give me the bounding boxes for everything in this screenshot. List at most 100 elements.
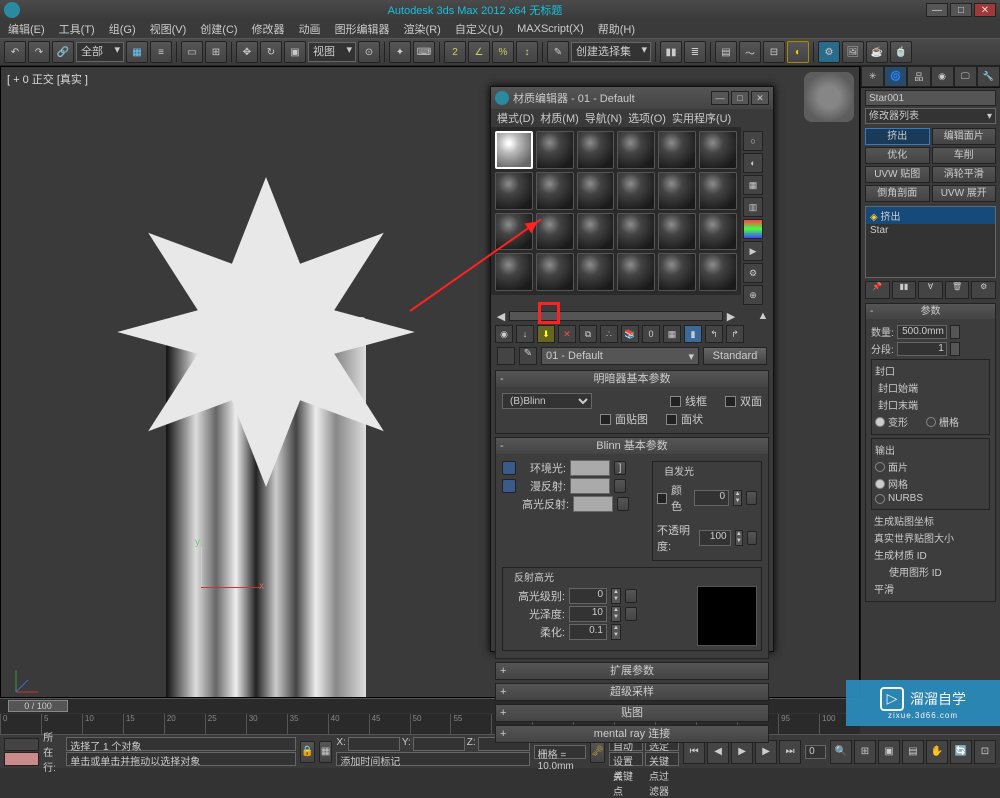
prev-frame-icon[interactable]: ◀ — [707, 740, 729, 764]
matmenu-util[interactable]: 实用程序(U) — [672, 110, 731, 126]
put-to-scene-icon[interactable]: ↓ — [516, 325, 534, 343]
material-type-button[interactable]: Standard — [703, 347, 767, 365]
material-slot[interactable] — [577, 253, 615, 291]
ambient-lock-icon[interactable] — [502, 461, 516, 475]
axis-gizmo[interactable]: x y — [151, 577, 271, 637]
named-selection-set[interactable]: 创建选择集 — [571, 42, 651, 62]
menu-views[interactable]: 视图(V) — [146, 21, 191, 37]
macro-recorder[interactable] — [4, 752, 39, 766]
scale-icon[interactable]: ▣ — [284, 41, 306, 63]
utilities-tab-icon[interactable]: 🔧 — [977, 66, 1000, 87]
material-slot[interactable] — [658, 172, 696, 210]
menu-customize[interactable]: 自定义(U) — [451, 21, 507, 37]
render-frame-icon[interactable]: 🖼 — [842, 41, 864, 63]
sample-uv-icon[interactable]: ▥ — [743, 197, 763, 217]
ref-coord[interactable]: 视图 — [308, 42, 356, 62]
menu-rendering[interactable]: 渲染(R) — [400, 21, 445, 37]
soften[interactable]: 0.1 — [569, 624, 607, 640]
rollup-header[interactable]: +mental ray 连接 — [496, 726, 768, 742]
show-in-viewport-icon[interactable]: ▦ — [663, 325, 681, 343]
time-slider-handle[interactable]: 0 / 100 — [8, 700, 68, 712]
rollup-header[interactable]: +超级采样 — [496, 684, 768, 700]
dialog-titlebar[interactable]: 材质编辑器 - 01 - Default — □ ✕ — [491, 87, 773, 109]
manip-icon[interactable]: ✦ — [389, 41, 411, 63]
options-icon[interactable]: ⚙ — [743, 263, 763, 283]
keyboard-icon[interactable]: ⌨ — [413, 41, 435, 63]
mod-unwrapuvw-button[interactable]: UVW 展开 — [932, 185, 997, 202]
pan-icon[interactable]: ✋ — [926, 740, 948, 764]
material-slot[interactable] — [699, 213, 737, 251]
go-parent-icon[interactable]: ↰ — [705, 325, 723, 343]
backlight-icon[interactable]: ◐ — [743, 153, 763, 173]
isolate-icon[interactable]: ▦ — [319, 741, 333, 763]
material-slot[interactable] — [577, 172, 615, 210]
get-material-icon[interactable]: ◉ — [495, 325, 513, 343]
sample-type-icon[interactable]: ○ — [743, 131, 763, 151]
morph-radio[interactable] — [875, 417, 885, 427]
mod-optimize-button[interactable]: 优化 — [865, 147, 930, 164]
redo-icon[interactable]: ↷ — [28, 41, 50, 63]
rollup-header[interactable]: -明暗器基本参数 — [496, 371, 768, 387]
dialog-close-button[interactable]: ✕ — [751, 91, 769, 105]
material-slot[interactable] — [617, 253, 655, 291]
menu-create[interactable]: 创建(C) — [196, 21, 241, 37]
maximize-button[interactable]: □ — [950, 3, 972, 17]
segments-field[interactable]: 1 — [897, 342, 947, 356]
ambient-swatch[interactable] — [570, 460, 610, 476]
curve-editor-icon[interactable]: ～ — [739, 41, 761, 63]
spinner-snap-icon[interactable]: ↕ — [516, 41, 538, 63]
modifier-list-dropdown[interactable]: 修改器列表 — [865, 108, 996, 124]
two-sided-checkbox[interactable] — [725, 396, 736, 407]
zoom-all-icon[interactable]: ⊞ — [854, 740, 876, 764]
spinner[interactable]: ▲▼ — [611, 624, 621, 640]
selection-filter[interactable]: 全部 — [76, 42, 124, 62]
opacity-map-icon[interactable] — [747, 531, 757, 545]
material-editor-icon[interactable]: ◐ — [787, 41, 809, 63]
material-id-icon[interactable]: 0 — [642, 325, 660, 343]
layers-icon[interactable]: ▤ — [715, 41, 737, 63]
mirror-icon[interactable]: ▮▮ — [660, 41, 682, 63]
matmenu-material[interactable]: 材质(M) — [540, 110, 579, 126]
diffuse-swatch[interactable] — [570, 478, 610, 494]
menu-animation[interactable]: 动画 — [295, 21, 325, 37]
wire-checkbox[interactable] — [670, 396, 681, 407]
mod-editpatch-button[interactable]: 编辑面片 — [932, 128, 997, 145]
modifier-stack[interactable]: ◈ 挤出 Star — [865, 206, 996, 278]
spinner[interactable] — [950, 342, 960, 356]
nurbs-radio[interactable] — [875, 494, 885, 504]
dialog-max-button[interactable]: □ — [731, 91, 749, 105]
opacity-value[interactable]: 100 — [699, 530, 731, 546]
menu-grapheditors[interactable]: 图形编辑器 — [331, 21, 394, 37]
material-slot[interactable] — [658, 213, 696, 251]
object-name-field[interactable]: Star001 — [865, 90, 996, 106]
material-slot[interactable] — [658, 131, 696, 169]
material-slot[interactable] — [699, 131, 737, 169]
slot-scrollbar[interactable]: ◀▶▲ — [491, 309, 773, 323]
rollup-header[interactable]: +贴图 — [496, 705, 768, 721]
material-slot[interactable] — [536, 253, 574, 291]
snap-percent-icon[interactable]: % — [492, 41, 514, 63]
eyedropper-icon[interactable]: ✎ — [519, 347, 537, 365]
lock-selection-icon[interactable]: 🔒 — [300, 741, 314, 763]
mesh-radio[interactable] — [875, 479, 885, 489]
material-slot[interactable] — [536, 131, 574, 169]
menu-edit[interactable]: 编辑(E) — [4, 21, 49, 37]
mod-uvwmap-button[interactable]: UVW 贴图 — [865, 166, 930, 183]
material-slot[interactable] — [617, 131, 655, 169]
teapot-icon[interactable]: 🍵 — [890, 41, 912, 63]
video-color-icon[interactable] — [743, 219, 763, 239]
put-to-library-icon[interactable]: 📚 — [621, 325, 639, 343]
rollup-header[interactable]: +扩展参数 — [496, 663, 768, 679]
diffuse-map-icon[interactable] — [614, 479, 626, 493]
maxscript-mini-listener[interactable] — [4, 738, 39, 752]
mod-extrude-button[interactable]: 挤出 — [865, 128, 930, 145]
amount-field[interactable]: 500.0mm — [897, 325, 947, 339]
undo-icon[interactable]: ↶ — [4, 41, 26, 63]
create-tab-icon[interactable]: ✳ — [861, 66, 884, 87]
go-forward-icon[interactable]: ↱ — [726, 325, 744, 343]
snap-angle-icon[interactable]: ∠ — [468, 41, 490, 63]
make-preview-icon[interactable]: ▶ — [743, 241, 763, 261]
modify-tab-icon[interactable]: 🌀 — [884, 66, 907, 87]
grid-radio[interactable] — [926, 417, 936, 427]
faceted-checkbox[interactable] — [666, 414, 677, 425]
